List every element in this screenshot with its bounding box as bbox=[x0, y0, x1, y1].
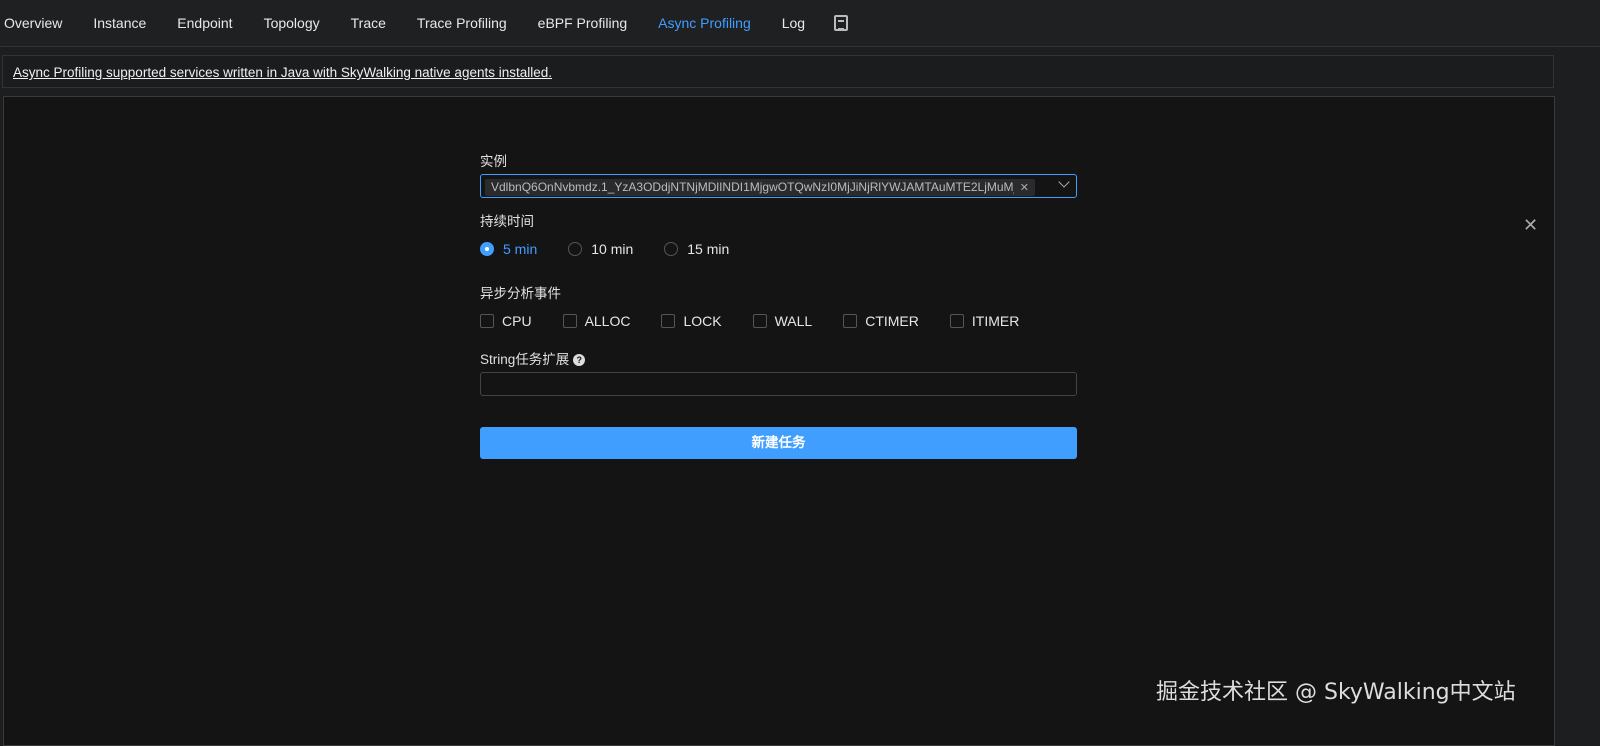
tab-instance[interactable]: Instance bbox=[93, 15, 146, 31]
close-icon[interactable]: ✕ bbox=[1523, 215, 1538, 236]
checkbox-label: CTIMER bbox=[865, 313, 919, 329]
ext-label-text: String任务扩展 bbox=[480, 352, 570, 367]
checkbox-icon bbox=[562, 314, 577, 328]
copy-icon[interactable] bbox=[834, 15, 849, 31]
tab-log[interactable]: Log bbox=[782, 15, 805, 31]
event-lock-checkbox[interactable]: LOCK bbox=[661, 313, 722, 329]
chevron-down-icon[interactable] bbox=[1058, 176, 1070, 188]
checkbox-icon bbox=[661, 314, 676, 328]
checkbox-label: ITIMER bbox=[971, 313, 1020, 329]
tab-endpoint[interactable]: Endpoint bbox=[177, 15, 232, 31]
info-banner[interactable]: Async Profiling supported services writt… bbox=[2, 55, 1554, 88]
instance-select[interactable]: VdlbnQ6OnNvbmdz.1_YzA3ODdjNTNjMDlINDI1Mj… bbox=[480, 174, 1077, 198]
event-cpu-checkbox[interactable]: CPU bbox=[480, 313, 532, 329]
duration-label: 持续时间 bbox=[480, 214, 534, 229]
checkbox-label: ALLOC bbox=[584, 313, 631, 329]
watermark: 掘金技术社区 @ SkyWalking中文站 bbox=[1156, 680, 1516, 705]
checkbox-icon bbox=[949, 314, 964, 328]
tab-async-profiling[interactable]: Async Profiling bbox=[658, 15, 751, 31]
tab-bar: Overview Instance Endpoint Topology Trac… bbox=[0, 0, 1600, 47]
checkbox-icon bbox=[752, 314, 767, 328]
duration-15min-radio[interactable]: 15 min bbox=[664, 241, 729, 257]
instance-tag: VdlbnQ6OnNvbmdz.1_YzA3ODdjNTNjMDlINDI1Mj… bbox=[485, 178, 1035, 196]
checkbox-label: CPU bbox=[502, 313, 532, 329]
radio-label: 5 min bbox=[503, 241, 538, 257]
tab-trace[interactable]: Trace bbox=[351, 15, 386, 31]
duration-5min-radio[interactable]: 5 min bbox=[480, 241, 537, 257]
help-icon[interactable]: ? bbox=[573, 354, 586, 367]
radio-icon bbox=[664, 242, 679, 256]
radio-checked-icon bbox=[480, 242, 494, 256]
tab-topology[interactable]: Topology bbox=[264, 15, 320, 31]
ext-input[interactable] bbox=[480, 372, 1077, 396]
tab-ebpf-profiling[interactable]: eBPF Profiling bbox=[538, 15, 627, 31]
duration-radio-group: 5 min 10 min 15 min bbox=[480, 240, 1077, 258]
new-task-form: 实例 VdlbnQ6OnNvbmdz.1_YzA3ODdjNTNjMDlINDI… bbox=[480, 150, 1077, 396]
checkbox-icon bbox=[480, 314, 494, 328]
event-itimer-checkbox[interactable]: ITIMER bbox=[949, 313, 1020, 329]
tag-remove-icon[interactable]: ✕ bbox=[1020, 181, 1029, 194]
events-checkbox-group: CPU ALLOC LOCK WALL CTIMER ITIMER bbox=[480, 312, 1077, 330]
checkbox-label: WALL bbox=[774, 313, 813, 329]
instance-tag-text: VdlbnQ6OnNvbmdz.1_YzA3ODdjNTNjMDlINDI1Mj… bbox=[491, 180, 1014, 194]
create-task-button[interactable]: 新建任务 bbox=[480, 427, 1077, 459]
instance-label: 实例 bbox=[480, 154, 507, 169]
radio-label: 15 min bbox=[687, 241, 730, 257]
tab-trace-profiling[interactable]: Trace Profiling bbox=[417, 15, 507, 31]
event-ctimer-checkbox[interactable]: CTIMER bbox=[843, 313, 919, 329]
radio-icon bbox=[568, 242, 583, 256]
event-alloc-checkbox[interactable]: ALLOC bbox=[562, 313, 631, 329]
tab-overview[interactable]: Overview bbox=[4, 15, 62, 31]
events-label: 异步分析事件 bbox=[480, 286, 561, 301]
duration-10min-radio[interactable]: 10 min bbox=[568, 241, 633, 257]
event-wall-checkbox[interactable]: WALL bbox=[752, 313, 813, 329]
ext-label: String任务扩展? bbox=[480, 348, 1077, 368]
checkbox-icon bbox=[843, 314, 858, 328]
radio-label: 10 min bbox=[591, 241, 634, 257]
checkbox-label: LOCK bbox=[683, 313, 722, 329]
